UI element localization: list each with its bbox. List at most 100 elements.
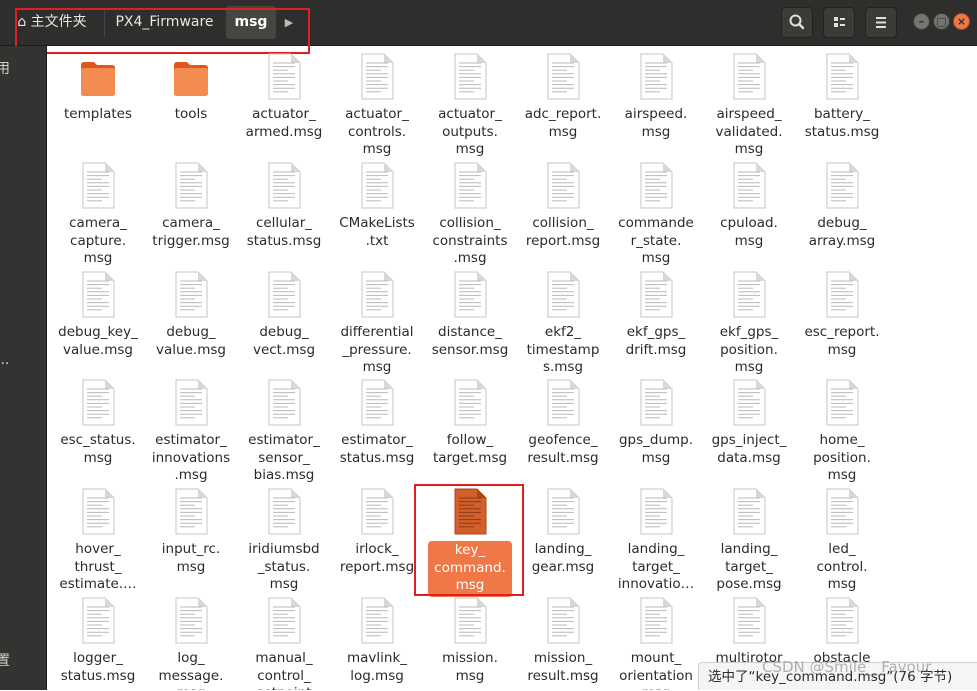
- file-item[interactable]: cellular_ status.msg: [239, 160, 329, 265]
- document-icon: [359, 597, 395, 645]
- breadcrumb-px4-firmware[interactable]: PX4_Firmware: [104, 6, 224, 39]
- document-icon: [545, 488, 581, 536]
- file-item[interactable]: logger_ status.msg: [53, 595, 143, 690]
- file-name-label: landing_ target_ innovatio…: [617, 541, 695, 592]
- file-name-label: key_ command. msg: [428, 541, 512, 597]
- file-item[interactable]: geofence_ result.msg: [518, 377, 608, 482]
- window-minimize-button[interactable]: –: [913, 13, 930, 30]
- file-item[interactable]: camera_ capture. msg: [53, 160, 143, 266]
- file-item[interactable]: debug_ vect.msg: [239, 269, 329, 374]
- sidebar-glyph: ...: [0, 352, 10, 368]
- file-item[interactable]: commande r_state. msg: [611, 160, 701, 266]
- file-name-label: collision_ report.msg: [525, 215, 601, 249]
- file-item[interactable]: actuator_ controls. msg: [332, 51, 422, 157]
- file-item[interactable]: collision_ constraints .msg: [425, 160, 515, 266]
- file-item[interactable]: actuator_ outputs. msg: [425, 51, 515, 157]
- view-options-button[interactable]: [823, 7, 855, 38]
- file-name-label: follow_ target.msg: [432, 432, 508, 466]
- home-icon: ⌂: [17, 14, 27, 30]
- document-icon: [80, 597, 116, 645]
- file-item[interactable]: CMakeLists .txt: [332, 160, 422, 265]
- file-item[interactable]: camera_ trigger.msg: [146, 160, 236, 265]
- header-bar: ⌂ 主文件夹 PX4_Firmware msg ▶ – □ ×: [0, 0, 977, 54]
- file-item[interactable]: ekf2_ timestamp s.msg: [518, 269, 608, 375]
- file-item[interactable]: mount_ orientation msg: [611, 595, 701, 690]
- file-item[interactable]: led_ control. msg: [797, 486, 887, 592]
- file-item[interactable]: airspeed_ validated. msg: [704, 51, 794, 157]
- file-item[interactable]: ekf_gps_ drift.msg: [611, 269, 701, 374]
- file-item[interactable]: follow_ target.msg: [425, 377, 515, 482]
- file-item[interactable]: adc_report. msg: [518, 51, 608, 156]
- file-item[interactable]: gps_dump. msg: [611, 377, 701, 482]
- document-icon: [80, 271, 116, 319]
- file-item[interactable]: debug_ array.msg: [797, 160, 887, 265]
- file-item[interactable]: key_ command. msg: [425, 486, 515, 597]
- file-name-label: estimator_ sensor_ bias.msg: [248, 432, 320, 483]
- file-item[interactable]: estimator_ innovations .msg: [146, 377, 236, 483]
- file-item[interactable]: landing_ gear.msg: [518, 486, 608, 591]
- document-icon: [638, 379, 674, 427]
- document-icon: [173, 162, 209, 210]
- file-name-label: estimator_ innovations .msg: [151, 432, 231, 483]
- file-name-label: gps_inject_ data.msg: [711, 432, 787, 466]
- file-item[interactable]: manual_ control_ setpoint: [239, 595, 329, 690]
- file-item[interactable]: gps_inject_ data.msg: [704, 377, 794, 482]
- file-name-label: battery_ status.msg: [804, 106, 880, 140]
- file-item[interactable]: mission_ result.msg: [518, 595, 608, 690]
- view-options-icon: [834, 17, 845, 27]
- file-item[interactable]: cpuload. msg: [704, 160, 794, 265]
- file-name-label: distance_ sensor.msg: [431, 324, 509, 358]
- document-icon: [80, 379, 116, 427]
- file-item[interactable]: airspeed. msg: [611, 51, 701, 156]
- document-icon: [266, 379, 302, 427]
- file-name-label: actuator_ controls. msg: [345, 106, 409, 157]
- file-name-label: mavlink_ log.msg: [346, 650, 408, 684]
- file-item[interactable]: home_ position. msg: [797, 377, 887, 483]
- file-item[interactable]: collision_ report.msg: [518, 160, 608, 265]
- file-item[interactable]: mavlink_ log.msg: [332, 595, 422, 690]
- folder-item[interactable]: tools: [146, 51, 236, 156]
- document-icon: [731, 488, 767, 536]
- file-item[interactable]: landing_ target_ pose.msg: [704, 486, 794, 592]
- file-item[interactable]: esc_status. msg: [53, 377, 143, 482]
- document-icon: [266, 53, 302, 101]
- file-name-label: ekf_gps_ position. msg: [719, 324, 779, 375]
- file-name-label: ekf2_ timestamp s.msg: [526, 324, 600, 375]
- menu-button[interactable]: [865, 7, 897, 38]
- document-icon: [359, 162, 395, 210]
- hamburger-menu-icon: [876, 17, 886, 28]
- document-icon: [731, 162, 767, 210]
- document-icon: [731, 597, 767, 645]
- breadcrumb-msg[interactable]: msg: [226, 6, 276, 39]
- window-close-button[interactable]: ×: [953, 13, 970, 30]
- sidebar: 用 ... 置: [0, 46, 47, 690]
- breadcrumb-home[interactable]: ⌂ 主文件夹: [4, 6, 100, 39]
- file-item[interactable]: battery_ status.msg: [797, 51, 887, 156]
- document-icon: [731, 53, 767, 101]
- file-item[interactable]: distance_ sensor.msg: [425, 269, 515, 374]
- file-item[interactable]: esc_report. msg: [797, 269, 887, 374]
- file-item[interactable]: input_rc. msg: [146, 486, 236, 591]
- file-item[interactable]: estimator_ sensor_ bias.msg: [239, 377, 329, 483]
- file-item[interactable]: actuator_ armed.msg: [239, 51, 329, 156]
- file-item[interactable]: iridiumsbd _status. msg: [239, 486, 329, 592]
- file-item[interactable]: hover_ thrust_ estimate.…: [53, 486, 143, 592]
- folder-icon: [80, 53, 116, 101]
- file-item[interactable]: landing_ target_ innovatio…: [611, 486, 701, 592]
- file-name-label: input_rc. msg: [161, 541, 221, 575]
- file-item[interactable]: ekf_gps_ position. msg: [704, 269, 794, 375]
- folder-item[interactable]: templates: [53, 51, 143, 156]
- file-item[interactable]: estimator_ status.msg: [332, 377, 422, 482]
- file-item[interactable]: mission. msg: [425, 595, 515, 690]
- file-item[interactable]: debug_key_ value.msg: [53, 269, 143, 374]
- file-item[interactable]: irlock_ report.msg: [332, 486, 422, 591]
- chevron-right-icon[interactable]: ▶: [278, 6, 300, 39]
- file-item[interactable]: differential _pressure. msg: [332, 269, 422, 375]
- document-icon: [452, 53, 488, 101]
- search-button[interactable]: [781, 7, 813, 38]
- document-icon: [452, 597, 488, 645]
- file-item[interactable]: log_ message. msg: [146, 595, 236, 690]
- status-bar: 选中了“key_command.msg”(76 字节): [698, 662, 977, 690]
- window-maximize-button[interactable]: □: [933, 13, 950, 30]
- file-item[interactable]: debug_ value.msg: [146, 269, 236, 374]
